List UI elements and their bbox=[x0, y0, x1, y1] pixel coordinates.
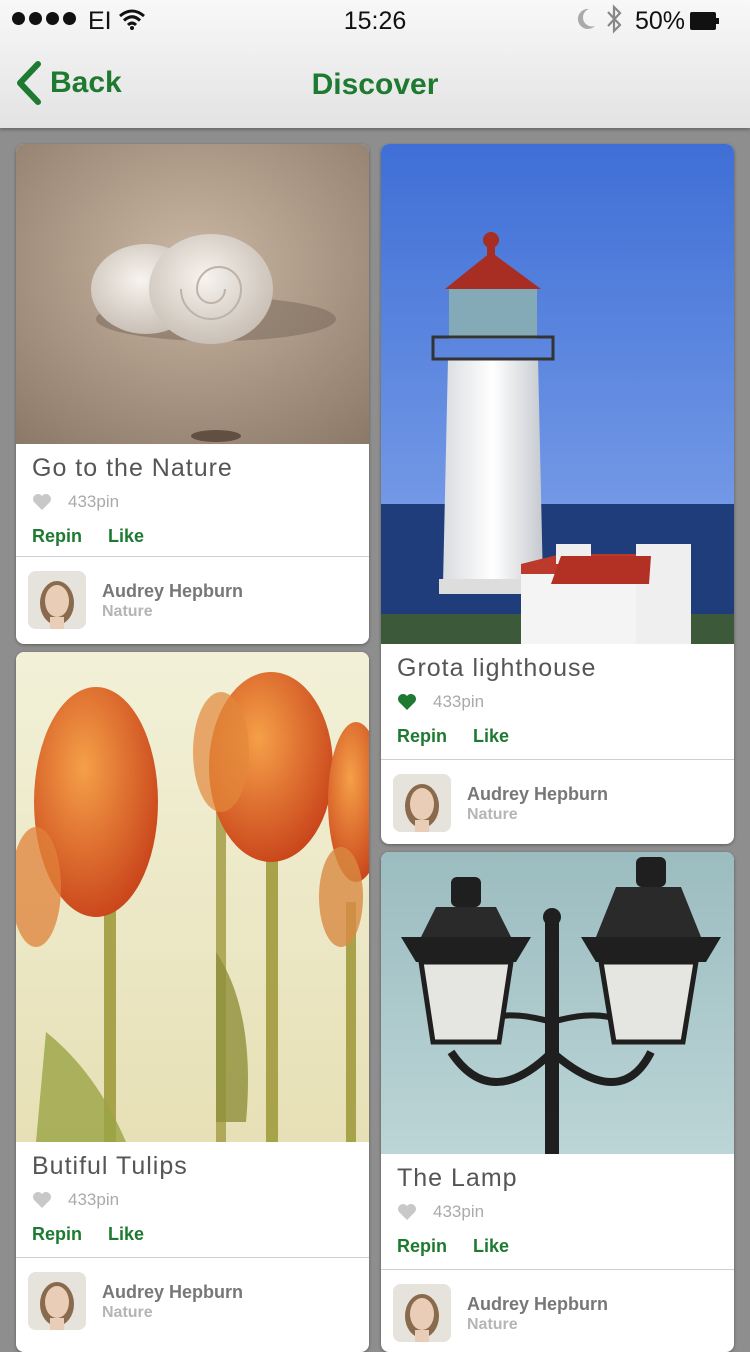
author-name: Audrey Hepburn bbox=[467, 1294, 609, 1314]
author-name: Audrey Hepburn bbox=[467, 784, 609, 804]
avatar[interactable] bbox=[393, 1284, 451, 1342]
author-category: Nature bbox=[467, 1316, 518, 1333]
pin-image-lighthouse[interactable] bbox=[381, 144, 734, 644]
author-category: Nature bbox=[467, 806, 518, 823]
avatar[interactable] bbox=[28, 1272, 86, 1330]
pin-title: Butiful Tulips bbox=[32, 1152, 188, 1180]
pin-count: 433pin bbox=[68, 492, 120, 511]
author-row[interactable]: Audrey Hepburn Nature bbox=[16, 557, 369, 644]
author-row[interactable]: Audrey Hepburn Nature bbox=[381, 1270, 734, 1352]
author-name: Audrey Hepburn bbox=[102, 581, 244, 601]
like-button[interactable]: Like bbox=[108, 1224, 144, 1245]
pin-card[interactable]: Go to the Nature 433pin Repin Like Audre… bbox=[16, 144, 369, 644]
pin-info: The Lamp 433pin Repin Like Audrey Hepbur… bbox=[381, 1154, 734, 1352]
pin-count: 433pin bbox=[68, 1190, 120, 1209]
pin-title: The Lamp bbox=[397, 1164, 518, 1192]
pin-count: 433pin bbox=[433, 692, 485, 711]
repin-button[interactable]: Repin bbox=[397, 1236, 447, 1257]
battery-icon bbox=[690, 12, 719, 30]
heart-icon[interactable] bbox=[397, 693, 417, 711]
battery-percent: 50% bbox=[635, 7, 686, 35]
pin-info: Grota lighthouse 433pin Repin Like Audre… bbox=[381, 644, 734, 844]
pin-title: Go to the Nature bbox=[32, 454, 233, 482]
heart-icon[interactable] bbox=[397, 1203, 417, 1221]
author-row[interactable]: Audrey Hepburn Nature bbox=[16, 1258, 369, 1352]
pin-info: Go to the Nature 433pin Repin Like Audre… bbox=[16, 444, 369, 644]
pin-info: Butiful Tulips 433pin Repin Like Audrey … bbox=[16, 1142, 369, 1352]
moon-icon bbox=[577, 8, 595, 29]
author-name: Audrey Hepburn bbox=[102, 1282, 244, 1302]
status-bar: EI 15:26 50% bbox=[0, 0, 750, 40]
page-title: Discover bbox=[311, 68, 439, 101]
pin-count: 433pin bbox=[433, 1202, 485, 1221]
like-button[interactable]: Like bbox=[108, 526, 144, 547]
pin-card[interactable]: Butiful Tulips 433pin Repin Like Audrey … bbox=[16, 652, 369, 1352]
pin-card[interactable]: Grota lighthouse 433pin Repin Like Audre… bbox=[381, 144, 734, 844]
avatar[interactable] bbox=[393, 774, 451, 832]
pin-image-street-lamp[interactable] bbox=[381, 852, 734, 1154]
author-category: Nature bbox=[102, 603, 153, 620]
heart-icon[interactable] bbox=[32, 1191, 52, 1209]
pin-image-seashell[interactable] bbox=[16, 144, 369, 444]
author-row[interactable]: Audrey Hepburn Nature bbox=[381, 760, 734, 844]
like-button[interactable]: Like bbox=[473, 1236, 509, 1257]
heart-icon[interactable] bbox=[32, 493, 52, 511]
pin-card[interactable]: The Lamp 433pin Repin Like Audrey Hepbur… bbox=[381, 852, 734, 1352]
avatar[interactable] bbox=[28, 571, 86, 629]
repin-button[interactable]: Repin bbox=[32, 526, 82, 547]
repin-button[interactable]: Repin bbox=[32, 1224, 82, 1245]
pin-image-tulips[interactable] bbox=[16, 652, 369, 1142]
pin-title: Grota lighthouse bbox=[397, 654, 597, 682]
like-button[interactable]: Like bbox=[473, 726, 509, 747]
bluetooth-icon bbox=[607, 4, 622, 34]
repin-button[interactable]: Repin bbox=[397, 726, 447, 747]
top-bar: EI 15:26 50% Back Discover bbox=[0, 0, 750, 128]
author-category: Nature bbox=[102, 1304, 153, 1321]
